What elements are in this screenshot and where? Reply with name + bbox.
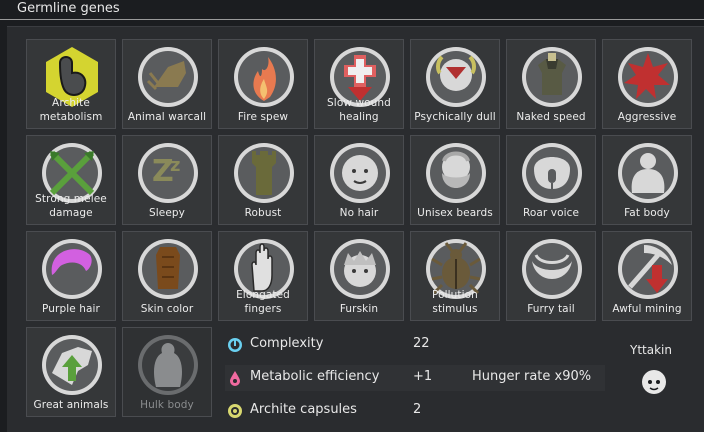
robust-tower-icon [234,143,294,203]
gene-label: No hair [339,207,379,219]
psychic-dull-icon [426,47,486,107]
aggressive-icon [618,47,678,107]
gene-label: Hulk body [140,399,194,411]
gene-label: Awful mining [612,303,682,315]
no-hair-icon [330,143,390,203]
stat-value: 22 [413,336,430,351]
stat-value: +1 [413,369,433,384]
gene-tile[interactable]: Skin color [122,231,212,321]
stat-row-complexity: Complexity 22 [225,332,605,358]
stat-value: 2 [413,402,422,417]
stat-label: Metabolic efficiency [250,369,380,384]
gene-label: Aggressive [617,111,677,123]
gene-label: Furskin [339,303,379,315]
stat-row-archite-capsules: Archite capsules 2 [225,398,605,424]
gene-tile[interactable]: Unisex beards [410,135,500,225]
xenotype-icon[interactable] [640,368,668,396]
gene-label: Slow wound healing [327,97,391,123]
stat-label: Archite capsules [250,402,357,417]
gene-tile[interactable]: Furskin [314,231,404,321]
stat-row-metabolic-efficiency: Metabolic efficiency +1 Hunger rate x90% [225,365,605,391]
gene-tile[interactable]: Robust [218,135,308,225]
gene-label: Strong melee damage [35,193,107,219]
beard-icon [426,143,486,203]
gene-tile[interactable]: Pollution stimulus [410,231,500,321]
gene-tile[interactable]: Roar voice [506,135,596,225]
gene-label: Great animals [33,399,109,411]
gene-tile[interactable]: Furry tail [506,231,596,321]
gene-tile[interactable]: Elongated fingers [218,231,308,321]
stat-detail: Hunger rate x90% [472,369,592,384]
gene-label: Fire spew [237,111,289,123]
gene-label: Sleepy [149,207,185,219]
gene-tile[interactable]: Purple hair [26,231,116,321]
hulk-body-icon [138,335,198,395]
gene-label: Psychically dull [414,111,496,123]
gene-label: Elongated fingers [236,289,290,315]
gene-tile[interactable]: Naked speed [506,39,596,129]
gene-tile[interactable]: Fire spew [218,39,308,129]
gene-label: Archite metabolism [39,97,103,123]
gene-tile[interactable]: Zz Sleepy [122,135,212,225]
furry-tail-icon [522,239,582,299]
pickaxe-down-icon [618,239,678,299]
stat-label: Complexity [250,336,324,351]
xenotype-name: Yttakin [630,343,672,357]
svg-text:z: z [170,155,180,176]
gene-tile[interactable]: Psychically dull [410,39,500,129]
great-animals-icon [42,335,102,395]
metabolism-icon [230,371,240,386]
gene-tile[interactable]: Hulk body [122,327,212,417]
gene-label: Animal warcall [127,111,207,123]
gene-label: Skin color [140,303,194,315]
gene-label: Unisex beards [417,207,493,219]
gene-tile[interactable]: Great animals [26,327,116,417]
gene-tile[interactable]: Fat body [602,135,692,225]
complexity-icon [228,338,242,352]
gene-tile[interactable]: Archite metabolism [26,39,116,129]
gene-label: Roar voice [522,207,580,219]
gene-label: Robust [244,207,282,219]
gene-label: Furry tail [527,303,575,315]
gene-label: Pollution stimulus [432,289,478,315]
section-header: Germline genes [0,0,704,20]
furskin-icon [330,239,390,299]
naked-speed-icon [522,47,582,107]
purple-hair-icon [42,239,102,299]
gene-tile[interactable]: No hair [314,135,404,225]
sleepy-icon: Zz [138,143,198,203]
gene-tile[interactable]: Strong melee damage [26,135,116,225]
fat-body-icon [618,143,678,203]
animal-warcall-icon [138,47,198,107]
fire-spew-icon [234,47,294,107]
header-divider [0,19,704,20]
archite-capsule-icon [228,404,242,418]
section-title: Germline genes [17,1,120,16]
gene-tile[interactable]: Aggressive [602,39,692,129]
gene-label: Naked speed [516,111,586,123]
skin-color-icon [138,239,198,299]
gene-tile[interactable]: Slow wound healing [314,39,404,129]
roar-voice-icon [522,143,582,203]
gene-label: Purple hair [42,303,100,315]
gene-tile[interactable]: Animal warcall [122,39,212,129]
gene-label: Fat body [624,207,670,219]
gene-tile[interactable]: Awful mining [602,231,692,321]
